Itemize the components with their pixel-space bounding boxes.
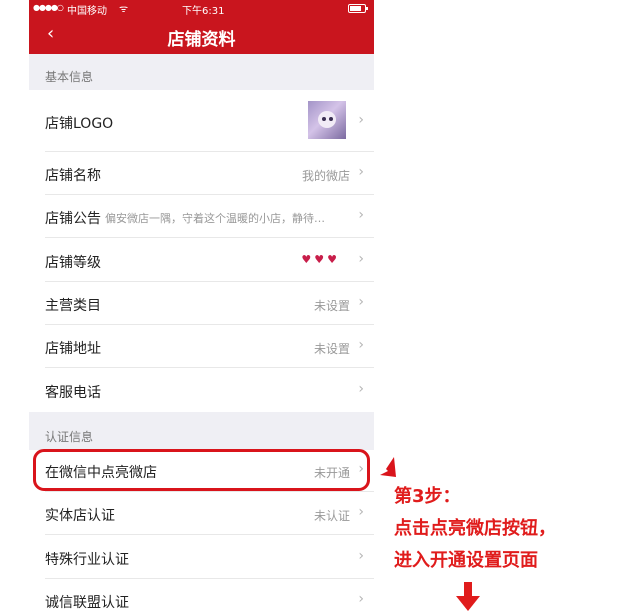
carrier-name: 中国移动 (67, 6, 107, 17)
row-alliance-cert[interactable]: 诚信联盟认证 › (29, 579, 374, 613)
chevron-right-icon: › (358, 381, 364, 397)
annotation-line-2: 点击点亮微店按钮， (394, 518, 556, 539)
chevron-right-icon: › (358, 251, 364, 267)
status-bar: ●●●●○ 中国移动 ᯤ 下午6:31 (29, 0, 374, 17)
section-header-basic: 基本信息 (29, 54, 374, 90)
battery-icon (348, 4, 368, 13)
chevron-right-icon: › (358, 294, 364, 310)
arrow-down-icon (456, 582, 480, 611)
row-main-category[interactable]: 主营类目 未设置 › (29, 282, 374, 325)
status-time: 下午6:31 (182, 6, 225, 17)
chevron-right-icon: › (358, 112, 364, 128)
arrow-pointer-icon (376, 457, 396, 477)
chevron-right-icon: › (358, 207, 364, 223)
section-header-auth: 认证信息 (29, 412, 374, 450)
page-title: 店铺资料 (167, 30, 236, 50)
store-cert-value: 未认证 (313, 509, 350, 523)
row-store-name[interactable]: 店铺名称 我的微店 › (29, 152, 374, 195)
row-store-notice[interactable]: 店铺公告 偏安微店一隅，守着这个温暖的小店，静待… › (29, 195, 374, 238)
row-store-cert[interactable]: 实体店认证 未认证 › (29, 492, 374, 535)
heart-icon: ♥♥♥ (301, 253, 340, 266)
address-value: 未设置 (313, 342, 350, 356)
store-logo-image (308, 101, 346, 139)
annotation-step: 第3步： (394, 486, 461, 507)
nav-bar: ‹ 店铺资料 (29, 16, 374, 54)
chevron-right-icon: › (358, 337, 364, 353)
row-store-level[interactable]: 店铺等级 ♥♥♥ › (29, 238, 374, 282)
store-notice-value: 偏安微店一隅，守着这个温暖的小店，静待… (105, 212, 325, 225)
row-store-address[interactable]: 店铺地址 未设置 › (29, 325, 374, 368)
row-store-logo[interactable]: 店铺LOGO › (29, 90, 374, 152)
highlight-box (33, 449, 370, 491)
annotation-line-3: 进入开通设置页面 (394, 550, 538, 571)
chevron-right-icon: › (358, 548, 364, 564)
wifi-icon: ᯤ (119, 4, 129, 15)
phone-screen: ●●●●○ 中国移动 ᯤ 下午6:31 ‹ 店铺资料 基本信息 店铺LOGO ›… (29, 0, 374, 613)
category-value: 未设置 (313, 299, 350, 313)
row-industry-cert[interactable]: 特殊行业认证 › (29, 535, 374, 579)
store-name-value: 我的微店 (301, 169, 350, 183)
chevron-right-icon: › (358, 504, 364, 520)
chevron-right-icon: › (358, 164, 364, 180)
chevron-right-icon: › (358, 591, 364, 607)
signal-icon: ●●●●○ (33, 3, 64, 12)
row-service-phone[interactable]: 客服电话 › (29, 368, 374, 412)
